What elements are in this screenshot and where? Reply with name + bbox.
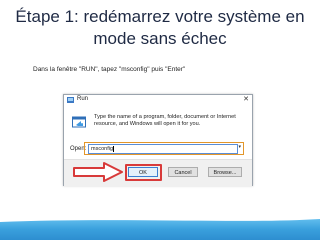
run-app-icon [72, 116, 86, 128]
red-arrow-icon [73, 162, 123, 182]
run-icon [67, 97, 74, 103]
footer-bar [0, 216, 320, 240]
ok-button[interactable]: OK [128, 167, 158, 177]
text-cursor [113, 145, 114, 152]
footer-wave [0, 216, 320, 222]
close-icon[interactable]: ✕ [243, 95, 249, 103]
dialog-titlebar: Run ✕ [64, 95, 252, 106]
open-input[interactable]: msconfig [88, 144, 238, 154]
browse-button[interactable]: Browse... [208, 167, 242, 177]
cancel-button[interactable]: Cancel [168, 167, 198, 177]
slide-title: Étape 1: redémarrez votre système en mod… [15, 7, 305, 48]
dialog-body: Type the name of a program, folder, docu… [64, 106, 252, 159]
dialog-description: Type the name of a program, folder, docu… [94, 114, 236, 127]
slide-subtitle: Dans la fenêtre "RUN", tapez "msconfig" … [33, 66, 186, 73]
dropdown-arrow-icon[interactable]: ▾ [238, 144, 241, 150]
open-input-value: msconfig [91, 146, 114, 152]
dialog-title: Run [77, 96, 89, 102]
open-field-highlight: msconfig ▾ [84, 142, 244, 155]
